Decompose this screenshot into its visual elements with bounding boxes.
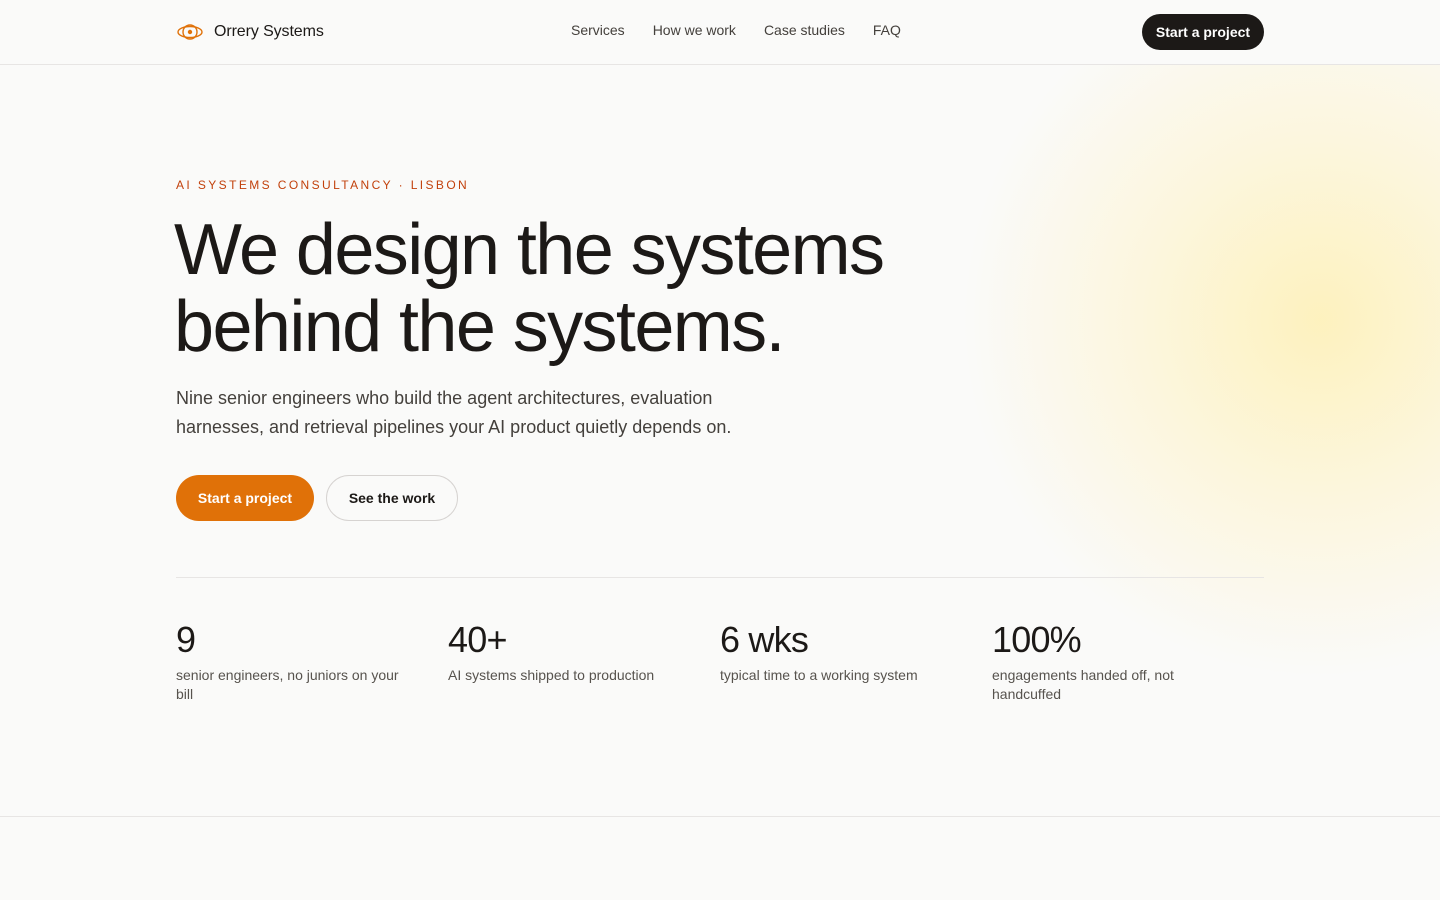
stat-label: AI systems shipped to production [448,667,655,683]
stat-time-to-system: 6 wks typical time to a working system [720,618,992,704]
nav-services[interactable]: Services [571,22,625,38]
start-project-button[interactable]: Start a project [176,475,314,521]
stat-value: 40+ [448,619,507,660]
hero-title-line-2: behind the systems. [174,287,786,367]
stats-divider [176,577,1264,578]
nav-faq[interactable]: FAQ [873,22,901,38]
brand-name: Orrery Systems [214,23,324,40]
stat-label: engagements handed off, not handcuffed [992,667,1174,702]
stat-engineers: 9 senior engineers, no juniors on your b… [176,618,448,704]
stat-systems-shipped: 40+ AI systems shipped to production [448,618,720,704]
hero-title-line-1: We design the systems [174,210,885,290]
stats-row: 9 senior engineers, no juniors on your b… [176,618,1264,704]
hero-lede: Nine senior engineers who build the agen… [176,384,776,442]
header-start-project-button[interactable]: Start a project [1142,14,1264,50]
hero-title: We design the systems behind the systems… [174,212,1074,366]
hero-lede-line-1: Nine senior engineers who build the agen… [176,388,713,408]
hero-lede-line-2: harnesses, and retrieval pipelines your … [176,417,732,437]
site-header: Orrery Systems Services How we work Case… [0,0,1440,65]
stat-value: 6 wks [720,619,809,660]
stat-value: 9 [176,619,196,660]
stat-value: 100% [992,619,1082,660]
hero-eyebrow: AI SYSTEMS CONSULTANCY · LISBON [176,178,470,192]
landing-page: Orrery Systems Services How we work Case… [0,0,1440,900]
stat-label: senior engineers, no juniors on your bil… [176,667,399,702]
see-work-button[interactable]: See the work [326,475,458,521]
brand-link[interactable]: Orrery Systems [176,18,324,46]
section-divider [0,816,1440,817]
stat-handoff: 100% engagements handed off, not handcuf… [992,618,1264,704]
main-nav: Services How we work Case studies FAQ [571,22,901,38]
orbit-logo-icon [176,18,204,46]
stat-label: typical time to a working system [720,667,918,683]
nav-how-we-work[interactable]: How we work [653,22,736,38]
nav-case-studies[interactable]: Case studies [764,22,845,38]
